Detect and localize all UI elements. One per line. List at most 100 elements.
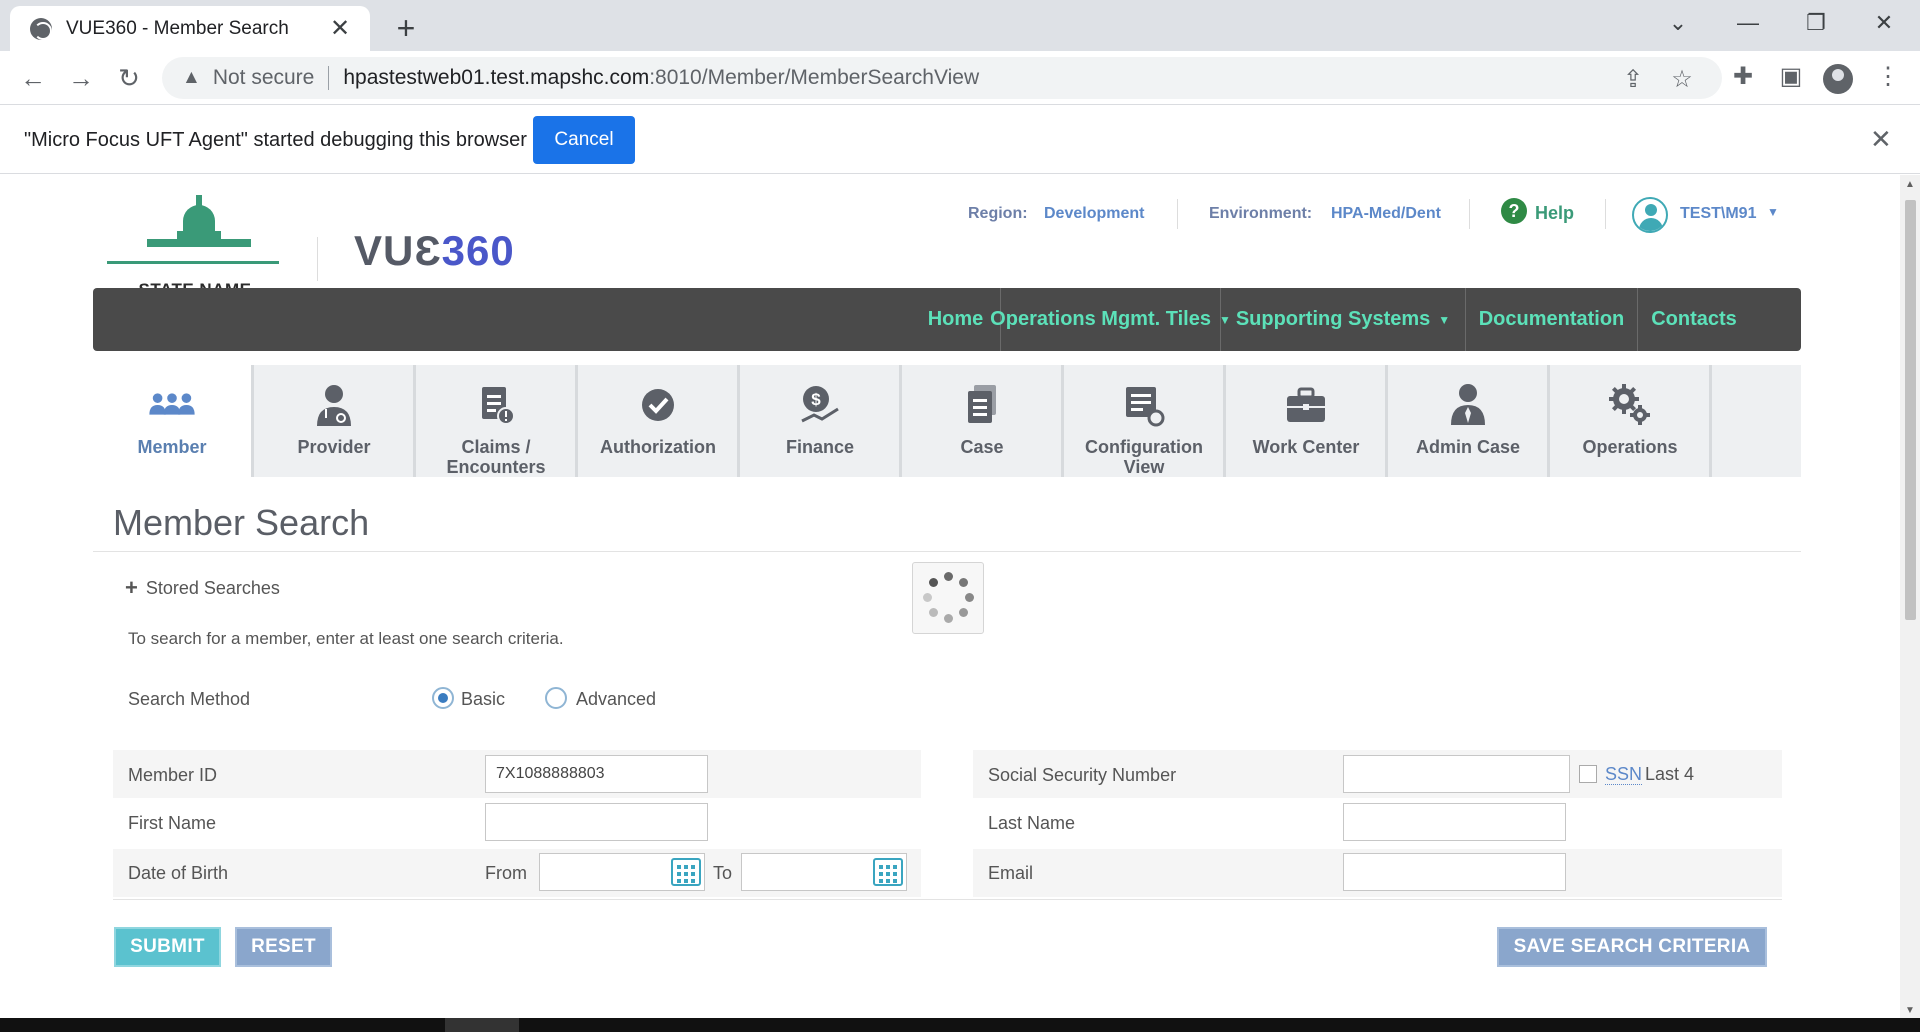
checkmark-icon	[634, 383, 682, 427]
state-logo[interactable]: STATE NAME	[107, 195, 283, 299]
region-label: Region:	[968, 205, 1028, 222]
ssn-last4-checkbox[interactable]	[1579, 765, 1597, 783]
ssn-input[interactable]	[1343, 755, 1570, 793]
member-id-input[interactable]	[485, 755, 708, 793]
profile-avatar-icon[interactable]	[1823, 64, 1853, 94]
first-name-input[interactable]	[485, 803, 708, 841]
tile-label: Provider	[297, 437, 371, 457]
browser-tab[interactable]: VUE360 - Member Search ✕	[10, 6, 370, 51]
close-tab-icon[interactable]: ✕	[326, 14, 354, 43]
scroll-down-icon[interactable]: ▼	[1905, 1005, 1915, 1016]
minimize-icon[interactable]: —	[1733, 10, 1763, 36]
claims-icon	[472, 383, 520, 427]
reset-button[interactable]: RESET	[235, 927, 332, 967]
tile-operations[interactable]: Operations	[1551, 365, 1712, 477]
loading-spinner-icon	[912, 562, 984, 634]
ssn-label: Social Security Number	[988, 765, 1177, 785]
chevron-down-icon: ▼	[1438, 312, 1451, 327]
side-panel-icon[interactable]: ▣	[1776, 62, 1806, 91]
forward-icon[interactable]: →	[66, 63, 96, 94]
user-name[interactable]: TEST\M91	[1680, 205, 1756, 223]
tile-work-center[interactable]: Work Center	[1227, 365, 1388, 477]
stored-searches-toggle[interactable]: + Stored Searches	[125, 575, 280, 601]
share-icon[interactable]: ⇪	[1618, 65, 1648, 94]
save-search-criteria-button[interactable]: SAVE SEARCH CRITERIA	[1497, 927, 1767, 967]
header-separator	[1605, 199, 1606, 229]
extensions-icon[interactable]: ✚	[1728, 62, 1758, 91]
vue360-logo: VUƐ360	[354, 227, 515, 274]
page-scrollbar[interactable]: ▲ ▼	[1900, 175, 1920, 1018]
logo-divider	[317, 237, 318, 281]
tile-label: Finance	[785, 437, 855, 457]
search-instructions: To search for a member, enter at least o…	[128, 629, 564, 648]
url-path: :8010/Member/MemberSearchView	[649, 66, 980, 89]
email-input[interactable]	[1343, 853, 1566, 891]
dob-to-label: To	[713, 863, 733, 883]
help-link[interactable]: Help	[1535, 203, 1574, 224]
nav-documentation[interactable]: Documentation	[1465, 288, 1637, 351]
new-tab-icon[interactable]: +	[390, 10, 422, 47]
ssn-last4-label: Last 4	[1645, 764, 1695, 784]
not-secure-label: Not secure	[212, 66, 315, 89]
tile-admin-case[interactable]: Admin Case	[1389, 365, 1550, 477]
form-row-email: Email	[973, 849, 1782, 897]
radio-advanced[interactable]	[545, 687, 567, 709]
taskbar-item[interactable]	[445, 1018, 519, 1032]
tile-claims-encounters[interactable]: Claims / Encounters	[417, 365, 578, 477]
submit-button[interactable]: SUBMIT	[114, 927, 221, 967]
tile-case[interactable]: Case	[903, 365, 1064, 477]
infobar-message: "Micro Focus UFT Agent" started debuggin…	[24, 129, 527, 151]
vue360-app: STATE NAME VUƐ360 Region: Development En…	[93, 175, 1802, 1018]
bookmark-star-icon[interactable]: ☆	[1667, 65, 1697, 94]
tile-finance[interactable]: $ Finance	[741, 365, 902, 477]
tile-provider[interactable]: Provider	[255, 365, 416, 477]
infobar-cancel-button[interactable]: Cancel	[533, 116, 635, 164]
tile-label: Operations	[1582, 437, 1678, 457]
scrollbar-thumb[interactable]	[1905, 200, 1916, 620]
ssn-help-link[interactable]: SSN	[1605, 764, 1643, 785]
tile-member[interactable]: Member	[93, 365, 254, 477]
form-row-first-name: First Name	[113, 799, 921, 847]
plus-icon: +	[125, 575, 138, 600]
infobar-close-icon[interactable]: ✕	[1870, 124, 1892, 155]
url-field[interactable]: ▲ Not secure hpastestweb01.test.mapshc.c…	[162, 57, 1722, 99]
close-window-icon[interactable]: ✕	[1869, 10, 1899, 36]
nav-home[interactable]: Home	[908, 288, 1003, 351]
back-icon[interactable]: ←	[18, 63, 48, 94]
reload-icon[interactable]: ↻	[114, 63, 144, 94]
url-host: hpastestweb01.test.mapshc.com	[343, 66, 650, 89]
radio-advanced-label[interactable]: Advanced	[576, 689, 656, 710]
calendar-icon[interactable]	[671, 858, 701, 886]
member-id-label: Member ID	[128, 765, 218, 785]
calendar-icon[interactable]	[873, 858, 903, 886]
capitol-dome-icon	[147, 195, 251, 251]
tile-label: Case	[960, 437, 1004, 457]
dob-label: Date of Birth	[128, 863, 229, 883]
page-viewport: STATE NAME VUƐ360 Region: Development En…	[0, 175, 1920, 1018]
tile-configuration-view[interactable]: Configuration View	[1065, 365, 1226, 477]
tab-search-icon[interactable]: ⌄	[1663, 10, 1693, 36]
form-row-member-id: Member ID	[113, 750, 921, 798]
nav-contacts[interactable]: Contacts	[1637, 288, 1750, 351]
admin-icon	[1444, 383, 1492, 427]
email-label: Email	[988, 863, 1034, 883]
user-menu-caret-icon[interactable]: ▼	[1767, 205, 1779, 219]
nav-supporting-systems[interactable]: Supporting Systems ▼	[1220, 288, 1465, 351]
warning-icon: ▲	[182, 67, 201, 88]
browser-menu-icon[interactable]: ⋮	[1873, 62, 1903, 91]
last-name-input[interactable]	[1343, 803, 1566, 841]
module-tiles: Member Provider Claims / Encounters Auth…	[93, 365, 1801, 477]
browser-tab-strip: VUE360 - Member Search ✕ + ⌄ — ❐ ✕	[0, 0, 1920, 51]
radio-basic-label[interactable]: Basic	[461, 689, 505, 710]
last-name-label: Last Name	[988, 813, 1076, 833]
nav-operations-mgmt-tiles[interactable]: Operations Mgmt. Tiles ▼	[990, 288, 1231, 351]
search-method-label: Search Method	[128, 689, 251, 709]
scroll-up-icon[interactable]: ▲	[1905, 179, 1915, 190]
members-icon	[148, 383, 196, 427]
help-icon[interactable]: ?	[1501, 198, 1527, 224]
form-row-date-of-birth: Date of Birth From To	[113, 849, 921, 897]
radio-basic[interactable]	[432, 687, 454, 709]
restore-icon[interactable]: ❐	[1801, 10, 1831, 36]
user-avatar-icon[interactable]	[1632, 197, 1668, 233]
tile-authorization[interactable]: Authorization	[579, 365, 740, 477]
